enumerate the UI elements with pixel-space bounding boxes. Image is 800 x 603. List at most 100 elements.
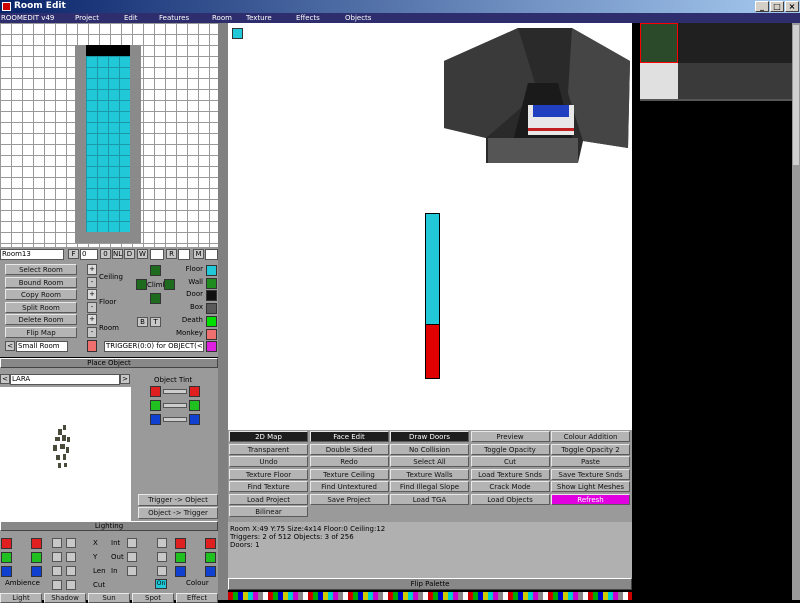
legend-swatch-box[interactable] (206, 303, 217, 315)
btn-d[interactable]: D (124, 249, 135, 259)
room-button-select-room[interactable]: Select Room (5, 264, 77, 275)
room-size-select[interactable]: Small Room (16, 341, 68, 352)
menu-objects[interactable]: Objects (345, 14, 371, 22)
light-color-down[interactable] (175, 538, 186, 549)
toolbar-button-crack-mode[interactable]: Crack Mode (470, 481, 550, 492)
toolbar-button-toggle-opacity-2[interactable]: Toggle Opacity 2 (551, 443, 630, 455)
legend-swatch-floor[interactable] (206, 265, 217, 276)
legend-swatch-door[interactable] (206, 290, 217, 302)
texture-tile[interactable] (678, 23, 792, 63)
toolbar-button-find-untextured[interactable]: Find Untextured (309, 481, 389, 492)
toolbar-button-load-tga[interactable]: Load TGA (390, 493, 469, 505)
toolbar-button-texture-ceiling[interactable]: Texture Ceiling (309, 468, 389, 480)
toolbar-button-bilinear[interactable]: Bilinear (229, 506, 308, 517)
height-plus-button[interactable]: + (87, 289, 97, 300)
tint-green-slider[interactable] (163, 403, 187, 408)
legend-swatch-monkey[interactable] (206, 328, 217, 340)
r-field[interactable] (178, 249, 190, 260)
light-param-prev[interactable] (127, 566, 137, 576)
m-field[interactable] (205, 249, 218, 260)
room-button-split-room[interactable]: Split Room (5, 301, 77, 313)
btn-o[interactable]: 0 (100, 249, 111, 259)
light-tab-effect[interactable]: Effect (176, 593, 218, 603)
light-color-up[interactable] (205, 552, 216, 563)
climb-down-button[interactable] (150, 293, 161, 304)
toolbar-button-draw-doors[interactable]: Draw Doors (390, 431, 469, 442)
tint-green-down[interactable] (150, 400, 161, 411)
btn-m[interactable]: M (193, 249, 204, 259)
height-plus-button[interactable]: + (87, 314, 97, 325)
light-color-down[interactable] (175, 552, 186, 563)
light-row-next[interactable] (66, 566, 76, 576)
object-next-button[interactable]: > (120, 374, 130, 384)
room-name-field[interactable]: Room13 (0, 249, 64, 260)
toolbar-button-colour-addition[interactable]: Colour Addition (551, 431, 630, 442)
toolbar-button-undo[interactable]: Undo (229, 456, 308, 467)
texture-tile[interactable] (678, 63, 792, 99)
light-tab-light[interactable]: Light (0, 593, 42, 603)
selected-room-floor-bar[interactable] (425, 213, 440, 325)
room-grid-map[interactable] (0, 23, 218, 247)
toolbar-button-texture-walls[interactable]: Texture Walls (390, 468, 469, 480)
toolbar-button-load-project[interactable]: Load Project (229, 493, 308, 505)
btn-t[interactable]: T (150, 317, 161, 327)
toolbar-button-double-sided[interactable]: Double Sided (309, 443, 389, 455)
toolbar-button-texture-floor[interactable]: Texture Floor (229, 468, 308, 480)
toolbar-button-refresh[interactable]: Refresh (551, 493, 630, 505)
light-row-prev[interactable] (52, 552, 62, 562)
menu-features[interactable]: Features (159, 14, 189, 22)
room-button-bound-room[interactable]: Bound Room (5, 276, 77, 288)
object-select[interactable]: LARA (10, 374, 120, 385)
light-row-prev[interactable] (52, 580, 62, 590)
menu-project[interactable]: Project (75, 14, 99, 22)
toolbar-button-cut[interactable]: Cut (470, 456, 550, 467)
height-minus-button[interactable]: - (87, 326, 97, 338)
tint-green-up[interactable] (189, 400, 200, 411)
btn-nl[interactable]: NL (112, 249, 123, 259)
texture-tiles[interactable] (640, 23, 792, 101)
close-button[interactable]: × (785, 1, 799, 12)
toolbar-button-load-objects[interactable]: Load Objects (470, 493, 550, 505)
toolbar-button-load-texture-snds[interactable]: Load Texture Snds (470, 468, 550, 480)
maximize-button[interactable]: □ (770, 1, 784, 12)
tint-red-slider[interactable] (163, 389, 187, 394)
ambience-color-down[interactable] (1, 552, 12, 563)
texture-scrollbar[interactable] (792, 23, 800, 600)
light-tab-shadow[interactable]: Shadow (44, 593, 86, 603)
toolbar-button-find-texture[interactable]: Find Texture (229, 481, 308, 492)
ambience-color-down[interactable] (1, 566, 12, 577)
texture-scroll-thumb[interactable] (793, 25, 799, 165)
toolbar-button-paste[interactable]: Paste (551, 456, 630, 467)
texture-tile[interactable] (640, 63, 678, 99)
light-color-up[interactable] (205, 538, 216, 549)
room-color-swatch[interactable] (87, 340, 97, 352)
toolbar-button-find-illegal-slope[interactable]: Find Illegal Slope (390, 481, 469, 492)
toolbar-button-2d-map[interactable]: 2D Map (229, 431, 308, 442)
trigger-to-object-button[interactable]: Trigger -> Object (138, 494, 218, 506)
ambience-color-up[interactable] (31, 538, 42, 549)
btn-r[interactable]: R (166, 249, 177, 259)
ambience-color-up[interactable] (31, 552, 42, 563)
light-param-next[interactable] (157, 538, 167, 548)
texture-palette-strip[interactable] (228, 592, 632, 600)
light-color-up[interactable] (205, 566, 216, 577)
climb-left-button[interactable] (136, 279, 147, 290)
btn-b[interactable]: B (137, 317, 148, 327)
ambience-color-up[interactable] (31, 566, 42, 577)
legend-swatch-death[interactable] (206, 315, 217, 327)
toolbar-button-transparent[interactable]: Transparent (229, 443, 308, 455)
tint-red-up[interactable] (189, 386, 200, 397)
legend-swatch-climb[interactable] (206, 341, 217, 353)
toolbar-button-save-texture-snds[interactable]: Save Texture Snds (551, 468, 630, 480)
menu-texture[interactable]: Texture (246, 14, 272, 22)
light-param-next[interactable] (157, 552, 167, 562)
height-plus-button[interactable]: + (87, 264, 97, 275)
tint-blue-down[interactable] (150, 414, 161, 425)
light-color-down[interactable] (175, 566, 186, 577)
room-button-delete-room[interactable]: Delete Room (5, 314, 77, 325)
room-floor[interactable] (86, 56, 130, 232)
light-row-next[interactable] (66, 538, 76, 548)
climb-right-button[interactable] (164, 279, 175, 290)
toolbar-button-no-collision[interactable]: No Collision (390, 443, 469, 455)
texture-tile-selected[interactable] (640, 23, 678, 63)
